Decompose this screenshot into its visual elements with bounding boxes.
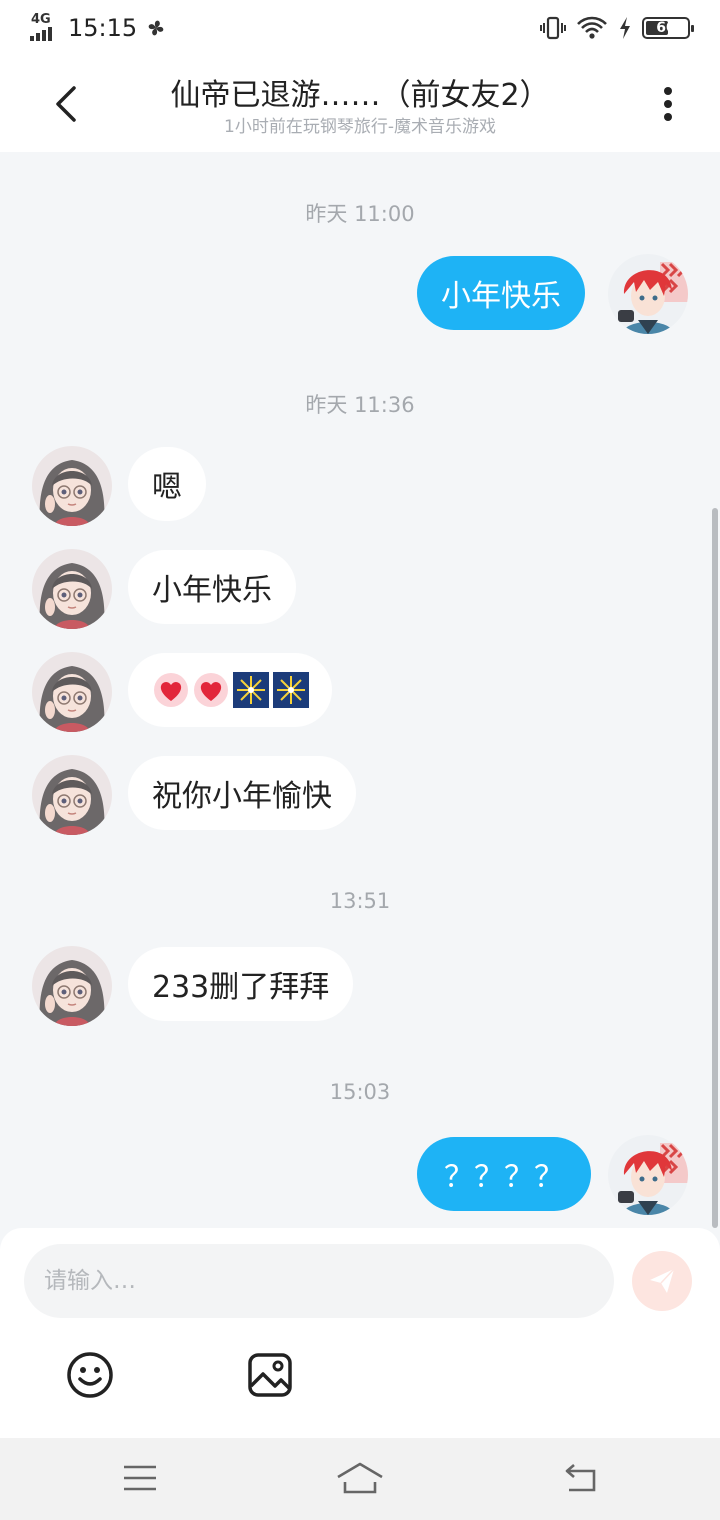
timestamp: 15:03 [329, 1080, 391, 1104]
fireworks-emoji-icon [233, 672, 269, 708]
send-paper-plane-icon [650, 1268, 675, 1293]
heart-emoji-icon [194, 673, 228, 707]
message-bubble-incoming[interactable]: 233删了拜拜 [128, 947, 354, 1021]
contact-avatar[interactable] [32, 549, 112, 629]
message-list[interactable]: 昨天 11:00 小年快乐 昨天 11:36 嗯 小年快乐 祝你小年愉快 13:… [0, 152, 720, 1228]
message-input[interactable] [24, 1244, 614, 1318]
emoji-message [152, 672, 310, 708]
message-bubble-incoming[interactable]: 小年快乐 [128, 550, 296, 624]
message-bubble-incoming[interactable] [128, 653, 332, 727]
fireworks-emoji-icon [273, 672, 309, 708]
timestamp: 13:51 [329, 889, 391, 913]
message-bubble-outgoing[interactable]: ？？？？ [417, 1137, 591, 1211]
more-vertical-icon [664, 87, 672, 121]
send-button[interactable] [632, 1251, 692, 1311]
menu-button[interactable] [115, 1456, 165, 1500]
status-bar: 4G 15:15 60 [0, 0, 720, 56]
wifi-icon [577, 16, 607, 39]
signal-icon: 4G [30, 13, 58, 43]
contact-avatar[interactable] [32, 446, 112, 526]
back-return-icon [565, 1464, 596, 1492]
chat-subtitle: 1小时前在玩钢琴旅行-魔术音乐游戏 [224, 117, 496, 137]
battery-icon: 60 [642, 17, 694, 39]
input-panel [0, 1228, 720, 1438]
scrollbar[interactable] [712, 508, 718, 1228]
vibrate-icon [540, 16, 566, 40]
status-left: 4G 15:15 [30, 12, 167, 44]
message-bubble-incoming[interactable]: 嗯 [128, 447, 206, 521]
status-right: 60 [540, 14, 694, 42]
image-button[interactable] [245, 1350, 295, 1400]
contact-avatar[interactable] [32, 652, 112, 732]
message-bubble-outgoing[interactable]: 小年快乐 [417, 256, 585, 330]
my-avatar[interactable] [608, 254, 688, 334]
back-nav-button[interactable] [555, 1456, 605, 1500]
my-avatar[interactable] [608, 1135, 688, 1215]
more-button[interactable] [642, 78, 694, 130]
chat-title: 仙帝已退游……（前女友2） [170, 78, 550, 113]
status-time: 15:15 [68, 14, 138, 42]
back-button[interactable] [40, 78, 92, 130]
network-type: 4G [31, 12, 51, 27]
fan-icon [148, 20, 164, 36]
emoji-smile-icon [67, 1352, 113, 1398]
charging-icon [620, 17, 630, 39]
system-nav-bar [0, 1438, 720, 1520]
contact-avatar[interactable] [32, 946, 112, 1026]
heart-emoji-icon [154, 673, 188, 707]
menu-icon [124, 1465, 156, 1491]
image-icon [248, 1353, 292, 1397]
emoji-button[interactable] [65, 1350, 115, 1400]
timestamp: 昨天 11:36 [305, 393, 415, 417]
contact-avatar[interactable] [32, 755, 112, 835]
message-bubble-incoming[interactable]: 祝你小年愉快 [128, 756, 356, 830]
chat-header: 仙帝已退游……（前女友2） 1小时前在玩钢琴旅行-魔术音乐游戏 [0, 56, 720, 152]
back-arrow-icon [56, 86, 76, 122]
battery-level: 60 [656, 20, 676, 36]
home-button[interactable] [335, 1456, 385, 1500]
timestamp: 昨天 11:00 [305, 202, 415, 226]
home-icon [337, 1462, 383, 1494]
